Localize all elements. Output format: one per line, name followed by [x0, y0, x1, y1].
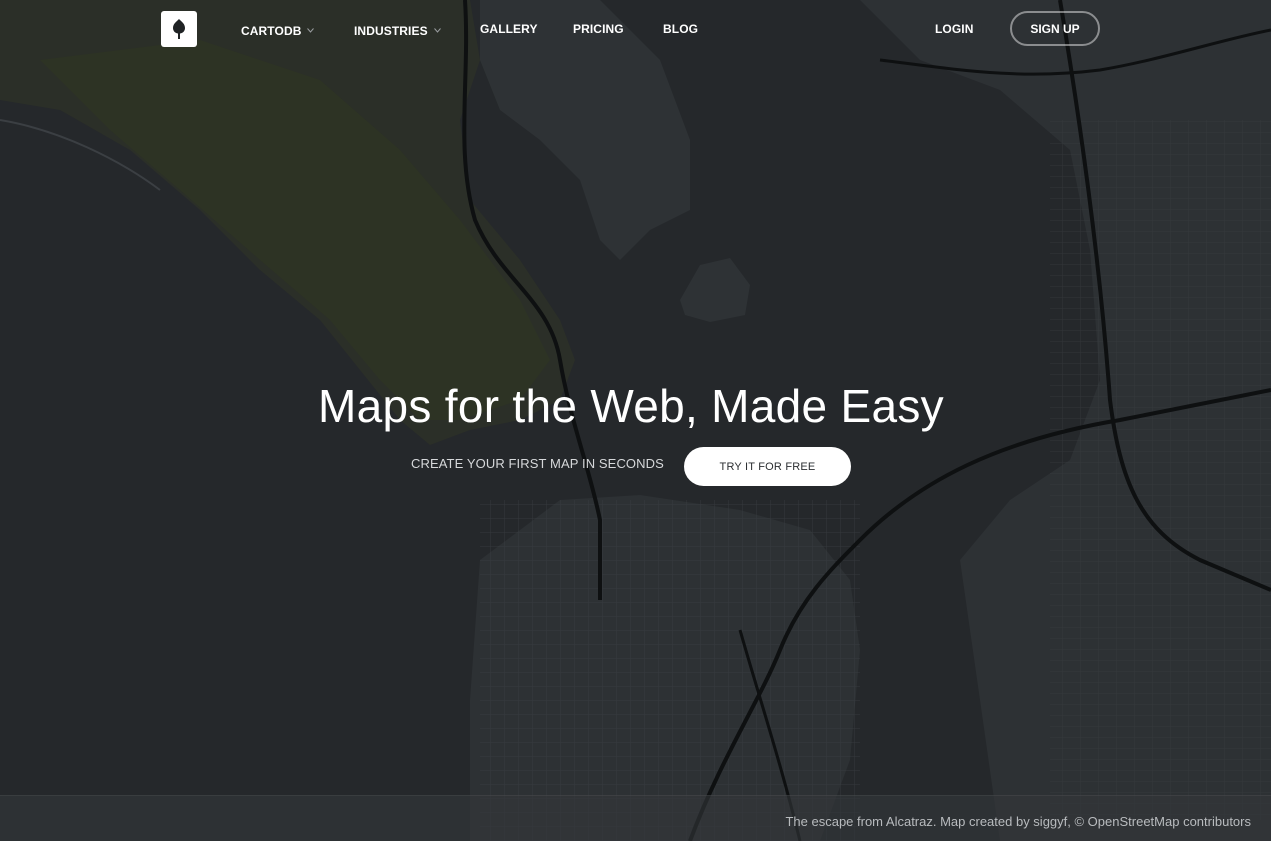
nav-item-label: GALLERY: [480, 22, 538, 36]
top-nav: CARTODB INDUSTRIES GALLERY PRICING BLOG …: [0, 0, 1271, 58]
footer-bar: The escape from Alcatraz. Map created by…: [0, 795, 1271, 841]
hero-subtitle: CREATE YOUR FIRST MAP IN SECONDS: [411, 456, 664, 471]
chevron-down-icon: [307, 21, 315, 37]
nav-item-gallery[interactable]: GALLERY: [480, 21, 538, 37]
page: CARTODB INDUSTRIES GALLERY PRICING BLOG …: [0, 0, 1271, 841]
chevron-down-icon: [433, 21, 441, 37]
hero-title: Maps for the Web, Made Easy: [318, 380, 944, 432]
signup-button[interactable]: SIGN UP: [1010, 11, 1100, 46]
nav-item-cartodb[interactable]: CARTODB: [241, 21, 315, 39]
map-credit: The escape from Alcatraz. Map created by…: [785, 814, 1251, 829]
nav-item-label: INDUSTRIES: [354, 24, 428, 38]
nav-item-pricing[interactable]: PRICING: [573, 21, 624, 37]
cartodb-logo-icon: [173, 19, 185, 39]
login-link[interactable]: LOGIN: [935, 21, 974, 37]
nav-item-label: CARTODB: [241, 24, 302, 38]
nav-item-blog[interactable]: BLOG: [663, 21, 698, 37]
logo[interactable]: [161, 11, 197, 47]
nav-item-label: BLOG: [663, 22, 699, 36]
nav-item-industries[interactable]: INDUSTRIES: [354, 21, 441, 39]
try-it-free-button[interactable]: TRY IT FOR FREE: [684, 447, 851, 486]
nav-item-label: PRICING: [573, 22, 624, 36]
